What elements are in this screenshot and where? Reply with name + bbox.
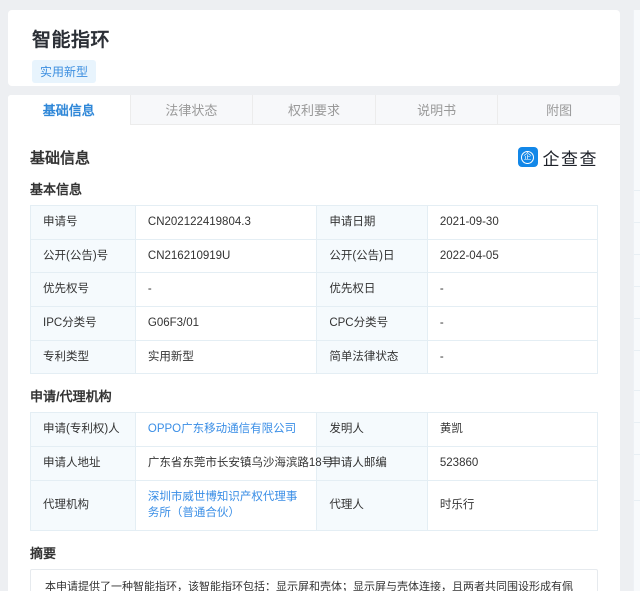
table-row: IPC分类号 G06F3/01 CPC分类号 - [30,306,599,341]
patent-type-badge: 实用新型 [32,60,97,83]
field-label: 简单法律状态 [316,339,428,375]
field-value: - [426,339,599,375]
patent-detail-card: 基础信息 法律状态 权利要求 说明书 附图 基础信息 企 企查查 基本信息 申请… [8,95,620,591]
field-value: - [426,306,599,341]
qichacha-brand-name: 企查查 [542,149,598,169]
field-label: 发明人 [316,412,428,448]
field-value: G06F3/01 [134,306,318,341]
table-row: 代理机构 深圳市威世博知识产权代理事务所（普通合伙） 代理人 时乐行 [30,479,599,532]
field-label: 申请人邮编 [316,446,428,481]
table-row: 专利类型 实用新型 简单法律状态 - [30,339,599,375]
table-row: 申请(专利权)人 OPPO广东移动通信有限公司 发明人 黄凯 [30,412,599,448]
field-value: 实用新型 [134,339,318,375]
field-label: 优先权号 [30,272,136,308]
field-value: CN202122419804.3 [134,205,318,240]
field-value: 2022-04-05 [426,238,599,274]
abstract-text: 本申请提供了一种智能指环，该智能指环包括：显示屏和壳体；显示屏与壳体连接，且两者… [30,569,598,591]
field-label: CPC分类号 [316,306,428,341]
field-label: 公开(公告)号 [30,238,136,274]
qichacha-logo-glyph: 企 [521,150,534,164]
field-label: 申请(专利权)人 [30,412,136,448]
field-label: 公开(公告)日 [316,238,428,274]
field-value: 黄凯 [426,412,599,448]
tab-legal-status[interactable]: 法律状态 [129,95,253,125]
agency-table: 申请(专利权)人 OPPO广东移动通信有限公司 发明人 黄凯 申请人地址 广东省… [30,412,599,532]
field-value: 2021-09-30 [426,205,599,240]
agency-link[interactable]: 深圳市威世博知识产权代理事务所（普通合伙） [148,491,298,520]
field-label: 申请号 [30,205,136,240]
field-label: 代理人 [316,479,428,532]
table-row: 公开(公告)号 CN216210919U 公开(公告)日 2022-04-05 [30,238,599,274]
field-value: - [134,272,318,308]
field-value: CN216210919U [134,238,318,274]
agency-subtitle: 申请/代理机构 [30,389,112,405]
table-row: 优先权号 - 优先权日 - [30,272,599,308]
tab-content: 基础信息 企 企查查 基本信息 申请号 CN202122419804.3 申请日… [8,125,620,591]
tab-figures[interactable]: 附图 [497,95,620,125]
right-edge-partial-panel [633,10,640,591]
tab-description[interactable]: 说明书 [374,95,498,125]
section-header: 基础信息 企 企查查 [30,145,598,169]
tab-claims[interactable]: 权利要求 [252,95,375,125]
field-value: 广东省东莞市长安镇乌沙海滨路18号 [134,446,333,481]
field-label: 专利类型 [30,339,136,375]
field-label: 申请日期 [316,205,428,240]
field-value: - [426,272,599,308]
abstract-subtitle: 摘要 [30,546,57,562]
field-value: 时乐行 [426,479,599,532]
field-label: 优先权日 [316,272,428,308]
section-title: 基础信息 [30,149,91,167]
patent-header-card: 智能指环 实用新型 [8,10,620,86]
tab-bar: 基础信息 法律状态 权利要求 说明书 附图 [8,95,620,125]
qichacha-watermark: 企 企查查 [517,145,599,170]
field-value: 523860 [426,446,599,481]
table-row: 申请人地址 广东省东莞市长安镇乌沙海滨路18号 申请人邮编 523860 [30,446,599,481]
field-label: 申请人地址 [30,446,136,481]
applicant-link[interactable]: OPPO广东移动通信有限公司 [148,423,296,435]
table-row: 申请号 CN202122419804.3 申请日期 2021-09-30 [30,205,599,240]
field-label: 代理机构 [30,479,136,532]
tab-basic-info[interactable]: 基础信息 [8,95,130,125]
basic-info-table: 申请号 CN202122419804.3 申请日期 2021-09-30 公开(… [30,205,599,375]
basic-info-subtitle: 基本信息 [30,182,83,197]
qichacha-logo-icon: 企 [517,147,538,167]
page-title: 智能指环 [32,30,111,51]
field-label: IPC分类号 [30,306,136,341]
